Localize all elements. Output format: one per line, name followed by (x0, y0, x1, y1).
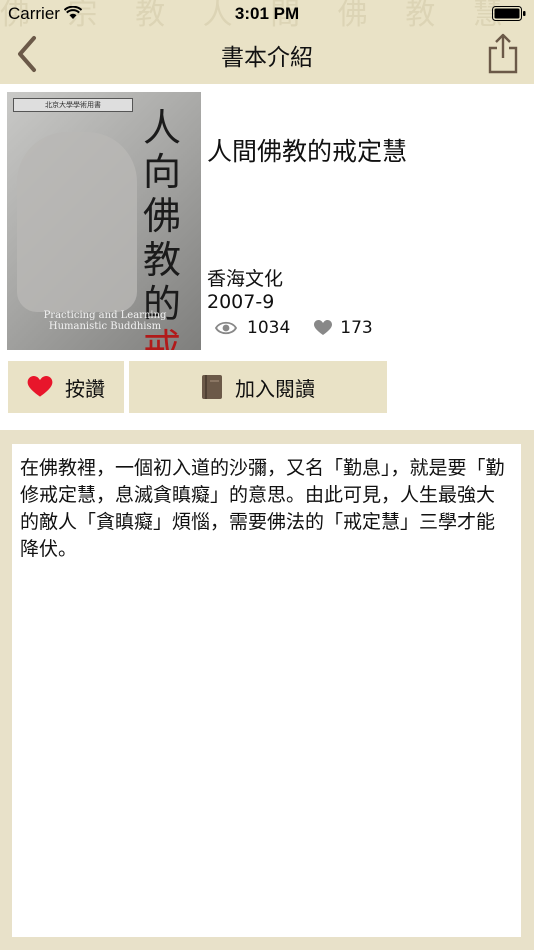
book-cover-image: 北京大學學術用書 人向佛教的 戒定慧 Practicing and Learni… (7, 92, 201, 350)
like-button-label: 按讚 (65, 376, 105, 401)
view-count: 1034 (247, 318, 291, 338)
share-button[interactable] (486, 32, 520, 74)
eye-icon (215, 321, 237, 335)
book-description: 在佛教裡，一個初入道的沙彌，又名「勤息」，就是要「勤修戒定慧，息滅貪瞋癡」的意思… (20, 457, 505, 560)
status-bar: Carrier 3:01 PM (0, 0, 534, 28)
book-info: 北京大學學術用書 人向佛教的 戒定慧 Practicing and Learni… (0, 84, 534, 430)
description-panel: 在佛教裡，一個初入道的沙彌，又名「勤息」，就是要「勤修戒定慧，息滅貪瞋癡」的意思… (12, 444, 521, 937)
nav-bar: 佛 宗 教 人 間 佛 教 慧 舉 佛 佛 法 禪 Carrier 3:01 P… (0, 0, 534, 84)
battery-icon (492, 6, 526, 26)
page-title: 書本介紹 (221, 45, 313, 71)
add-to-reading-label: 加入閱讀 (235, 376, 315, 401)
book-title: 人間佛教的戒定慧 (207, 137, 408, 166)
book-date: 2007-9 (207, 291, 275, 313)
cover-subtitle: Practicing and Learning Humanistic Buddh… (43, 310, 167, 332)
heart-icon (27, 376, 53, 397)
book-stats: 1034 173 (215, 318, 373, 338)
cover-hand-graphic (17, 132, 137, 312)
share-icon (488, 33, 518, 74)
book-publisher: 香海文化 (207, 268, 284, 290)
add-to-reading-button[interactable]: 加入閱讀 (129, 361, 387, 413)
cover-title-line1: 人向佛教的 (142, 106, 181, 326)
status-time: 3:01 PM (234, 4, 300, 23)
heart-icon (314, 320, 333, 335)
cover-label: 北京大學學術用書 (13, 98, 133, 112)
like-count: 173 (340, 318, 373, 338)
like-button[interactable]: 按讚 (8, 361, 124, 413)
book-icon (202, 375, 222, 399)
